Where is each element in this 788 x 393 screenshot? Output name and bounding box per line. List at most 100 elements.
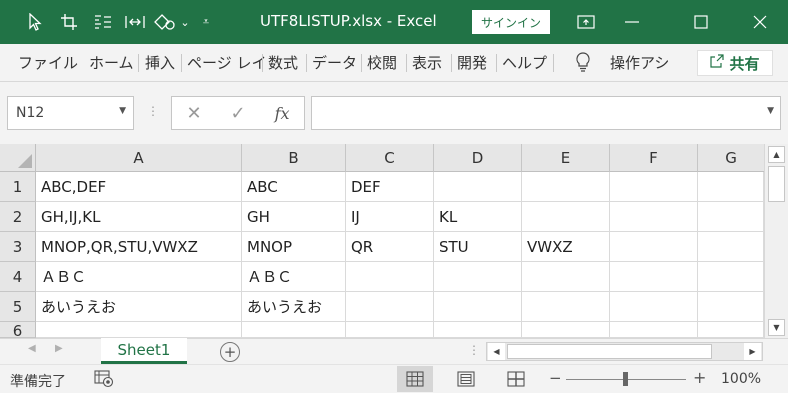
cell[interactable] [522, 262, 610, 292]
cell[interactable]: ABC,DEF [36, 172, 242, 202]
cell[interactable]: STU [434, 232, 522, 262]
minimize-icon[interactable] [609, 0, 655, 44]
column-header[interactable]: D [434, 144, 522, 172]
cell[interactable]: MNOP,QR,STU,VWXZ [36, 232, 242, 262]
cell[interactable] [698, 322, 764, 338]
cell[interactable]: MNOP [242, 232, 346, 262]
column-header[interactable]: C [346, 144, 434, 172]
cell[interactable] [434, 172, 522, 202]
zoom-in-icon[interactable]: + [693, 368, 706, 387]
signin-button[interactable]: サインイン [472, 10, 550, 34]
cell[interactable] [522, 172, 610, 202]
normal-view-icon[interactable] [397, 366, 433, 392]
column-header[interactable]: G [698, 144, 764, 172]
ribbon-display-icon[interactable] [563, 0, 609, 44]
scroll-up-icon[interactable]: ▲ [768, 146, 785, 163]
column-header[interactable]: E [522, 144, 610, 172]
column-header[interactable]: B [242, 144, 346, 172]
formula-input[interactable]: ▼ [311, 96, 781, 130]
cell[interactable] [522, 202, 610, 232]
tab-data[interactable]: データ [312, 52, 357, 73]
row-header[interactable]: 2 [0, 202, 36, 232]
name-box[interactable]: N12 ▼ [7, 96, 134, 130]
cell[interactable] [698, 232, 764, 262]
list-format-icon[interactable] [90, 9, 116, 35]
column-header[interactable]: F [610, 144, 698, 172]
cell[interactable] [36, 322, 242, 338]
cell[interactable]: QR [346, 232, 434, 262]
pointer-icon[interactable] [22, 9, 48, 35]
tab-scroll-splitter[interactable]: ⋮ [468, 343, 480, 357]
maximize-icon[interactable] [678, 0, 724, 44]
vertical-scroll-thumb[interactable] [768, 166, 785, 202]
enter-icon[interactable]: ✓ [231, 103, 246, 124]
tab-home[interactable]: ホーム [89, 52, 134, 73]
scroll-left-icon[interactable]: ◀ [488, 343, 505, 360]
tab-page-layout[interactable]: ページ レイ [187, 52, 266, 73]
share-button[interactable]: 共有 [697, 50, 773, 76]
close-icon[interactable] [737, 0, 783, 44]
scroll-right-icon[interactable]: ▶ [744, 343, 761, 360]
zoom-slider-thumb[interactable] [623, 372, 628, 386]
tab-review[interactable]: 校閲 [367, 52, 397, 73]
scroll-down-icon[interactable]: ▼ [768, 319, 785, 336]
chevron-down-icon[interactable]: ⌄ [178, 9, 192, 35]
zoom-out-icon[interactable]: − [549, 369, 562, 387]
row-header[interactable]: 5 [0, 292, 36, 322]
crop-icon[interactable] [56, 9, 82, 35]
cell[interactable] [522, 322, 610, 338]
cell[interactable] [698, 172, 764, 202]
cell[interactable] [610, 322, 698, 338]
vertical-scrollbar[interactable]: ▲ ▼ [764, 144, 788, 338]
cell[interactable]: ＡＢＣ [36, 262, 242, 292]
page-break-view-icon[interactable] [498, 366, 534, 392]
cell[interactable]: ABC [242, 172, 346, 202]
sheet-nav-next-icon[interactable]: ▶ [55, 343, 63, 354]
select-all-button[interactable] [0, 144, 36, 172]
cell[interactable] [242, 322, 346, 338]
cell[interactable] [522, 292, 610, 322]
cell[interactable] [610, 292, 698, 322]
formula-bar-splitter[interactable]: ⋮ [147, 104, 159, 118]
cell[interactable]: ＡＢＣ [242, 262, 346, 292]
macro-record-icon[interactable] [94, 370, 114, 392]
row-header[interactable]: 6 [0, 322, 36, 338]
cell[interactable] [346, 262, 434, 292]
cell[interactable]: VWXZ [522, 232, 610, 262]
horizontal-scroll-thumb[interactable] [507, 344, 712, 359]
cancel-icon[interactable]: ✕ [186, 103, 201, 124]
cell[interactable]: あいうえお [36, 292, 242, 322]
cell[interactable] [698, 262, 764, 292]
cell[interactable] [434, 262, 522, 292]
cell[interactable] [434, 322, 522, 338]
cell[interactable]: GH,IJ,KL [36, 202, 242, 232]
cell[interactable] [610, 172, 698, 202]
tell-me-search[interactable]: 操作アシ [610, 52, 669, 73]
tab-formulas[interactable]: 数式 [268, 52, 298, 73]
column-header[interactable]: A [36, 144, 242, 172]
cell[interactable] [434, 292, 522, 322]
tab-insert[interactable]: 挿入 [145, 52, 175, 73]
cell[interactable]: GH [242, 202, 346, 232]
tab-view[interactable]: 表示 [412, 52, 442, 73]
sheet-tab-sheet1[interactable]: Sheet1 [101, 338, 187, 364]
cell[interactable]: DEF [346, 172, 434, 202]
cell[interactable] [698, 202, 764, 232]
text-spacing-icon[interactable] [122, 9, 148, 35]
cell[interactable] [346, 322, 434, 338]
zoom-level[interactable]: 100% [721, 371, 761, 387]
tab-help[interactable]: ヘルプ [502, 52, 547, 73]
tab-developer[interactable]: 開発 [457, 52, 487, 73]
shapes-icon[interactable] [152, 9, 178, 35]
cell[interactable]: あいうえお [242, 292, 346, 322]
cell[interactable] [346, 292, 434, 322]
sheet-nav-prev-icon[interactable]: ◀ [28, 343, 36, 354]
cell[interactable] [610, 262, 698, 292]
tab-file[interactable]: ファイル [18, 52, 78, 73]
chevron-down-icon[interactable]: ▼ [119, 106, 126, 116]
cell[interactable]: IJ [346, 202, 434, 232]
page-layout-view-icon[interactable] [448, 366, 484, 392]
row-header[interactable]: 3 [0, 232, 36, 262]
customize-qat-icon[interactable]: ⩡ [198, 9, 214, 35]
cell[interactable] [610, 232, 698, 262]
